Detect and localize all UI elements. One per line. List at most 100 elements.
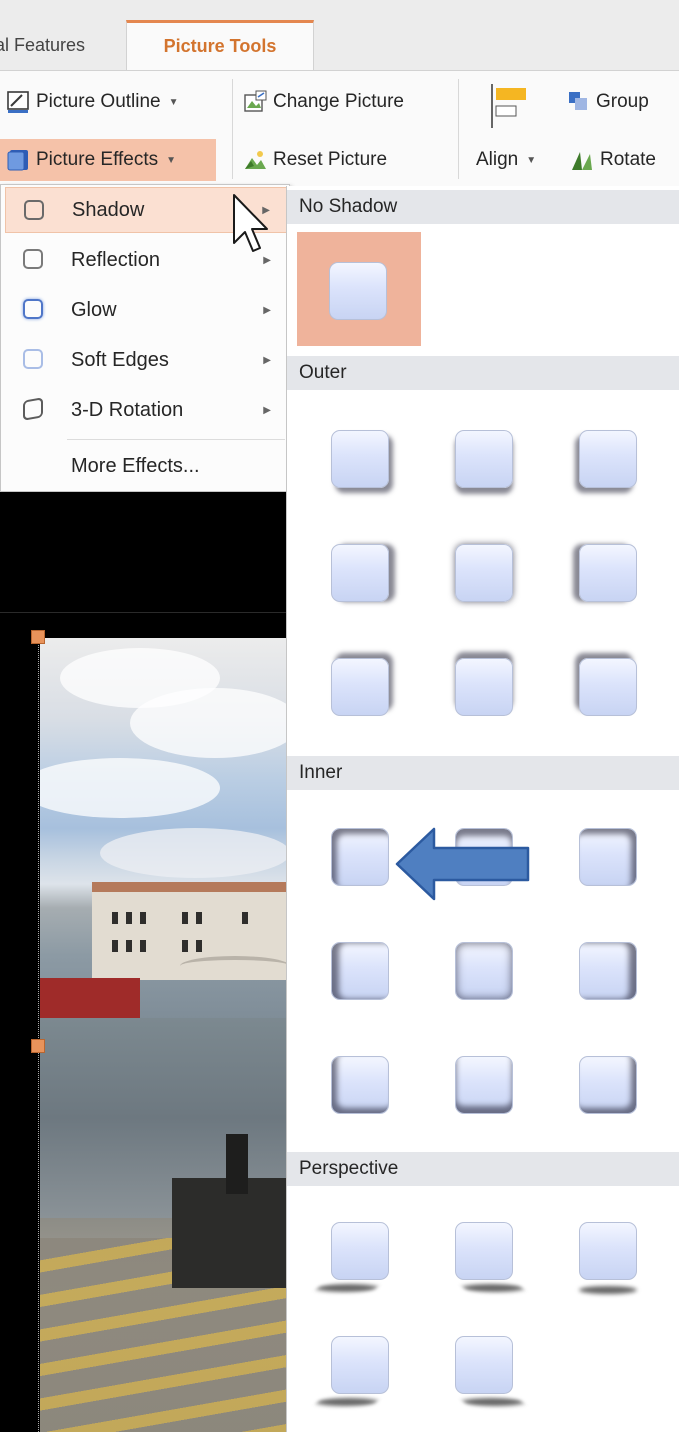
submenu-arrow-icon: ▶ bbox=[263, 354, 271, 366]
window bbox=[182, 912, 188, 924]
perspective-shadow bbox=[314, 1398, 380, 1406]
menu-separator bbox=[67, 439, 285, 440]
reflection-icon bbox=[23, 249, 43, 269]
picture-effects-label: Picture Effects bbox=[36, 149, 159, 170]
soft-edges-icon bbox=[23, 349, 43, 369]
swatch-perspective-diagonal-lower-left[interactable] bbox=[331, 1336, 389, 1394]
selection-border bbox=[38, 638, 39, 1432]
reset-picture-label: Reset Picture bbox=[273, 149, 388, 170]
ribbon-tab-bar: al Features Picture Tools bbox=[0, 0, 679, 70]
swatch-perspective-diagonal-upper-right[interactable] bbox=[455, 1222, 513, 1280]
tab-picture-tools[interactable]: Picture Tools bbox=[126, 20, 314, 70]
align-button[interactable]: Align ▼ bbox=[476, 139, 536, 181]
swatch-outer-offset-right[interactable] bbox=[331, 544, 389, 602]
section-header-inner: Inner bbox=[287, 756, 679, 790]
shadow-gallery: No Shadow Outer Inner Perspective bbox=[286, 186, 679, 1432]
rotate-button[interactable]: Rotate bbox=[570, 139, 656, 181]
menu-item-soft-edges[interactable]: Soft Edges ▶ bbox=[5, 337, 287, 383]
glow-icon bbox=[23, 299, 43, 319]
swatch-outer-offset-diagonal-bottom-left[interactable] bbox=[579, 430, 637, 488]
perspective-shadow bbox=[460, 1284, 526, 1292]
section-header-perspective: Perspective bbox=[287, 1152, 679, 1186]
window bbox=[196, 912, 202, 924]
group-label: Group bbox=[596, 91, 649, 112]
ribbon-separator bbox=[458, 79, 459, 179]
swatch-inner-diagonal-bottom-left[interactable] bbox=[331, 1056, 389, 1114]
swatch-outer-offset-diagonal-top-right[interactable] bbox=[331, 658, 389, 716]
swatch-perspective-diagonal-lower-right[interactable] bbox=[455, 1336, 513, 1394]
swatch-inner-diagonal-bottom-right[interactable] bbox=[579, 1056, 637, 1114]
picture-outline-label: Picture Outline bbox=[36, 91, 161, 112]
rotate-label: Rotate bbox=[600, 149, 656, 170]
chevron-down-icon: ▼ bbox=[168, 96, 179, 108]
chevron-down-icon: ▼ bbox=[526, 154, 537, 166]
swatch-perspective-below[interactable] bbox=[579, 1222, 637, 1280]
align-icon-button[interactable] bbox=[490, 82, 534, 136]
selected-picture[interactable] bbox=[40, 638, 290, 1432]
swatch-outer-offset-left[interactable] bbox=[579, 544, 637, 602]
swatch-inner-center[interactable] bbox=[455, 942, 513, 1000]
perspective-shadow bbox=[579, 1286, 637, 1294]
window bbox=[112, 912, 118, 924]
mooring-post bbox=[226, 1134, 248, 1194]
swatch-inner-right[interactable] bbox=[579, 942, 637, 1000]
menu-item-label: Soft Edges bbox=[71, 348, 169, 371]
swatch-outer-offset-diagonal-bottom-right[interactable] bbox=[331, 430, 389, 488]
change-picture-icon bbox=[243, 90, 267, 114]
red-boat bbox=[40, 978, 140, 1018]
mouse-cursor-icon bbox=[233, 194, 268, 252]
cloud bbox=[130, 688, 290, 758]
group-button[interactable]: Group bbox=[566, 81, 649, 123]
menu-item-label: More Effects... bbox=[71, 454, 200, 477]
3d-rotation-icon bbox=[23, 397, 43, 421]
chevron-down-icon: ▼ bbox=[166, 154, 177, 166]
swatch-perspective-diagonal-upper-left[interactable] bbox=[331, 1222, 389, 1280]
menu-item-3d-rotation[interactable]: 3-D Rotation ▶ bbox=[5, 387, 287, 433]
perspective-shadow bbox=[314, 1284, 380, 1292]
cloud bbox=[100, 828, 290, 878]
menu-item-label: Shadow bbox=[72, 198, 145, 221]
roof bbox=[92, 882, 290, 892]
menu-item-label: 3-D Rotation bbox=[71, 398, 184, 421]
swatch-outer-offset-diagonal-top-left[interactable] bbox=[579, 658, 637, 716]
swatch-outer-offset-bottom[interactable] bbox=[455, 430, 513, 488]
picture-outline-button[interactable]: Picture Outline ▼ bbox=[6, 81, 179, 123]
window bbox=[126, 912, 132, 924]
annotation-arrow-icon bbox=[395, 827, 530, 901]
reset-picture-button[interactable]: Reset Picture bbox=[243, 139, 387, 181]
slide-edge bbox=[0, 612, 290, 613]
bridge bbox=[180, 956, 290, 976]
perspective-shadow bbox=[460, 1398, 526, 1406]
window bbox=[126, 940, 132, 952]
section-header-no-shadow: No Shadow bbox=[287, 190, 679, 224]
picture-effects-icon bbox=[6, 148, 30, 172]
align-icon bbox=[490, 82, 534, 136]
menu-item-more-effects[interactable]: More Effects... bbox=[5, 443, 287, 489]
swatch-inner-diagonal-top-right[interactable] bbox=[579, 828, 637, 886]
resize-handle-top-left[interactable] bbox=[31, 630, 45, 644]
window bbox=[112, 940, 118, 952]
menu-item-glow[interactable]: Glow ▶ bbox=[5, 287, 287, 333]
menu-item-label: Reflection bbox=[71, 248, 160, 271]
change-picture-button[interactable]: Change Picture bbox=[243, 81, 404, 123]
swatch-inner-diagonal-top-left[interactable] bbox=[331, 828, 389, 886]
window bbox=[140, 940, 146, 952]
shadow-icon bbox=[24, 200, 44, 220]
window bbox=[182, 940, 188, 952]
resize-handle-middle-left[interactable] bbox=[31, 1039, 45, 1053]
window bbox=[140, 912, 146, 924]
swatch-outer-offset-top[interactable] bbox=[455, 658, 513, 716]
window bbox=[196, 940, 202, 952]
picture-effects-button[interactable]: Picture Effects ▼ bbox=[0, 139, 216, 181]
picture-outline-icon bbox=[6, 90, 30, 114]
submenu-arrow-icon: ▶ bbox=[263, 304, 271, 316]
rotate-icon bbox=[570, 148, 594, 172]
swatch-inner-left[interactable] bbox=[331, 942, 389, 1000]
tab-special-features[interactable]: al Features bbox=[0, 20, 85, 70]
reset-picture-icon bbox=[243, 148, 267, 172]
change-picture-label: Change Picture bbox=[273, 91, 404, 112]
swatch-outer-offset-center[interactable] bbox=[455, 544, 513, 602]
swatch-inner-bottom[interactable] bbox=[455, 1056, 513, 1114]
swatch-no-shadow[interactable] bbox=[329, 262, 387, 320]
ribbon-separator bbox=[232, 79, 233, 179]
